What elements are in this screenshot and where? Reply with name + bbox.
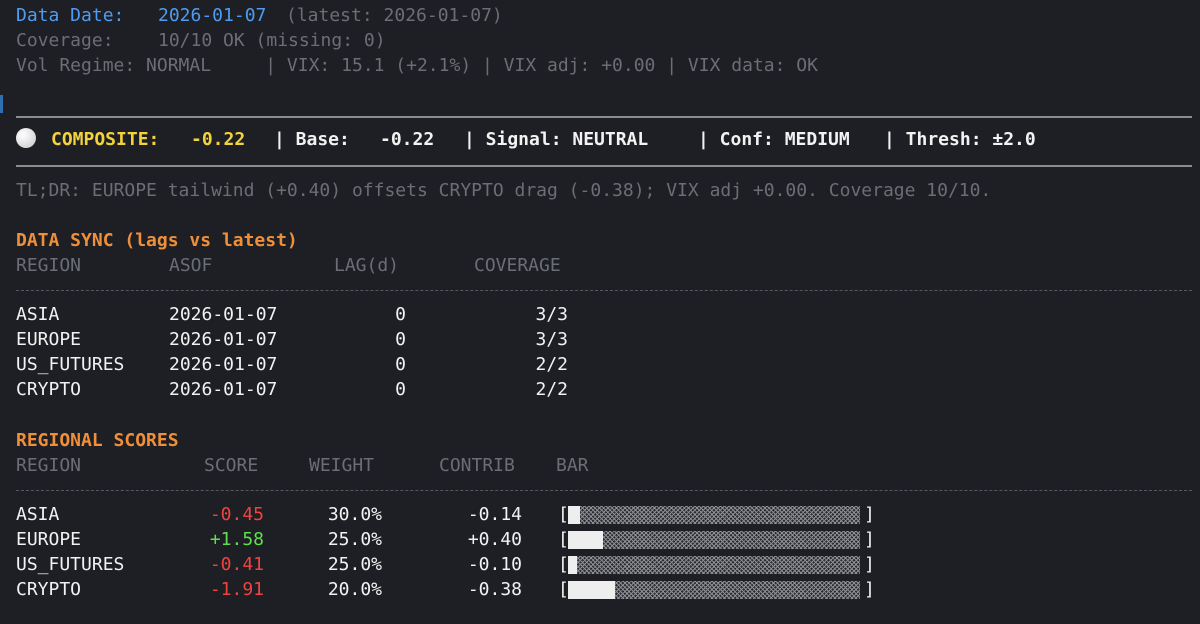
thresh-value: | Thresh: ±2.0 [884,129,1036,150]
bar-fill [568,581,615,599]
base-label: | Base: [274,129,350,150]
row-coverage: 2/2 [535,354,568,375]
col-weight: WEIGHT [309,455,375,476]
row-asof: 2026-01-07 [169,379,278,400]
bar-close-bracket: ] [864,529,875,550]
table-row: ASIA 2026-01-07 0 3/3 [16,303,1186,327]
row-region: ASIA [16,304,60,325]
table-row: EUROPE +1.58 25.0% +0.40 [] [16,528,1186,552]
row-lag: 0 [395,304,406,325]
data-date-label: Data Date: [16,5,125,26]
row-coverage: 3/3 [535,304,568,325]
data-date-value: 2026-01-07 [158,5,267,26]
table-row: CRYPTO 2026-01-07 0 2/2 [16,378,1186,402]
table-row: CRYPTO -1.91 20.0% -0.38 [] [16,578,1186,602]
row-weight: 25.0% [327,529,382,550]
row-asof: 2026-01-07 [169,354,278,375]
col-score: SCORE [204,455,259,476]
regional-scores-divider [16,490,1192,491]
row-region: US_FUTURES [16,554,125,575]
row-asof: 2026-01-07 [169,329,278,350]
bar-fill [568,531,603,549]
data-sync-divider [16,290,1192,291]
data-sync-header: REGION ASOF LAG(d) COVERAGE [16,254,1186,278]
score-bar: [] [558,528,878,552]
composite-value: -0.22 [191,129,246,150]
bar-track [568,531,860,549]
signal-value: | Signal: NEUTRAL [464,129,649,150]
table-row: US_FUTURES 2026-01-07 0 2/2 [16,353,1186,377]
score-bar: [] [558,553,878,577]
col-lag: LAG(d) [334,255,400,276]
neutral-circle-icon [16,128,36,148]
row-contrib: -0.10 [467,554,522,575]
vol-regime-line: Vol Regime: NORMAL | VIX: 15.1 (+2.1%) |… [16,55,818,76]
conf-value: | Conf: MEDIUM [698,129,850,150]
score-bar: [] [558,503,878,527]
col-asof: ASOF [169,255,213,276]
coverage-value: 10/10 OK (missing: 0) [158,30,386,51]
row-contrib: -0.38 [467,579,522,600]
row-score: -0.41 [209,554,264,575]
bar-close-bracket: ] [864,579,875,600]
row-region: EUROPE [16,329,82,350]
bar-track [568,581,860,599]
col-coverage: COVERAGE [474,255,561,276]
row-weight: 20.0% [327,579,382,600]
regional-scores-title: REGIONAL SCORES [16,430,179,451]
row-coverage: 2/2 [535,379,568,400]
row-region: US_FUTURES [16,354,125,375]
bar-close-bracket: ] [864,504,875,525]
row-region: EUROPE [16,529,82,550]
left-scroll-marker [0,95,3,113]
row-score: -0.45 [209,504,264,525]
table-row: EUROPE 2026-01-07 0 3/3 [16,328,1186,352]
row-score: +1.58 [209,529,264,550]
row-weight: 30.0% [327,504,382,525]
row-lag: 0 [395,329,406,350]
coverage-line: Coverage: 10/10 OK (missing: 0) [16,29,386,53]
col-region: REGION [16,455,82,476]
bar-close-bracket: ] [864,554,875,575]
row-weight: 25.0% [327,554,382,575]
row-region: CRYPTO [16,379,82,400]
tldr-text: TL;DR: EUROPE tailwind (+0.40) offsets C… [16,180,992,201]
bar-fill [568,556,577,574]
row-contrib: +0.40 [467,529,522,550]
composite-line: COMPOSITE: -0.22 | Base: -0.22 | Signal: NEU… [16,128,1036,152]
latest-date: (latest: 2026-01-07) [286,5,503,26]
table-row: US_FUTURES -0.41 25.0% -0.10 [] [16,553,1186,577]
bar-track [568,556,860,574]
row-lag: 0 [395,354,406,375]
row-score: -1.91 [209,579,264,600]
bar-fill [568,506,580,524]
score-bar: [] [558,578,878,602]
table-row: ASIA -0.45 30.0% -0.14 [] [16,503,1186,527]
regional-scores-header: REGION SCORE WEIGHT CONTRIB BAR [16,454,1186,478]
row-lag: 0 [395,379,406,400]
data-sync-title: DATA SYNC (lags vs latest) [16,230,298,251]
bar-track [568,506,860,524]
data-date-line: Data Date: 2026-01-07 (latest: 2026-01-07) [16,4,503,28]
row-contrib: -0.14 [467,504,522,525]
col-bar: BAR [556,455,589,476]
divider-top [16,116,1192,118]
row-region: CRYPTO [16,579,82,600]
coverage-label: Coverage: [16,30,114,51]
col-contrib: CONTRIB [439,455,515,476]
col-region: REGION [16,255,82,276]
base-value: -0.22 [380,129,435,150]
row-region: ASIA [16,504,60,525]
row-coverage: 3/3 [535,329,568,350]
divider-bottom [16,165,1192,167]
composite-label: COMPOSITE: [51,129,160,150]
row-asof: 2026-01-07 [169,304,278,325]
